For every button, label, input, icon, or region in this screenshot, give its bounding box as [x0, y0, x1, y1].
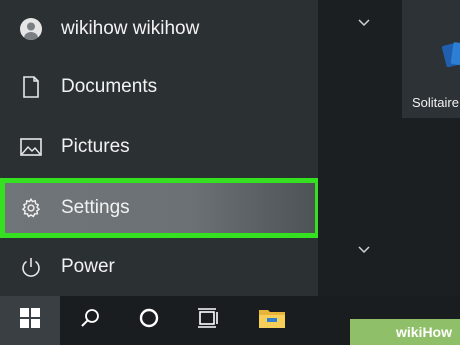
cortana-icon — [138, 307, 160, 334]
power-icon — [17, 253, 45, 281]
task-view-button[interactable] — [182, 296, 234, 345]
search-icon — [79, 307, 101, 334]
gear-icon — [17, 194, 45, 222]
start-button[interactable] — [0, 296, 60, 345]
start-menu-left-pane: wikihow wikihow Documents Pictures Setti… — [0, 0, 320, 296]
watermark-suffix: How — [422, 324, 452, 340]
power-label: Power — [61, 256, 115, 277]
settings-label: Settings — [61, 197, 130, 218]
user-avatar-icon — [17, 15, 45, 43]
documents-label: Documents — [61, 76, 158, 97]
chevron-down-icon[interactable] — [358, 241, 370, 257]
documents-item[interactable]: Documents — [0, 58, 318, 116]
watermark-prefix: wiki — [395, 324, 423, 340]
pictures-label: Pictures — [61, 136, 130, 157]
user-name-label: wikihow wikihow — [61, 18, 200, 39]
picture-icon — [17, 133, 45, 161]
file-explorer-icon — [258, 306, 286, 335]
task-view-icon — [196, 307, 220, 334]
windows-start-icon — [20, 308, 40, 333]
settings-item[interactable]: Settings — [0, 178, 320, 238]
chevron-down-icon[interactable] — [358, 14, 370, 30]
search-button[interactable] — [64, 296, 116, 345]
file-explorer-button[interactable] — [246, 296, 298, 345]
document-icon — [17, 73, 45, 101]
wikihow-watermark: wiki How — [350, 319, 460, 345]
power-item[interactable]: Power — [0, 238, 318, 296]
solitaire-tile-label: Solitaire — [412, 95, 459, 110]
user-account-item[interactable]: wikihow wikihow — [0, 0, 318, 58]
cortana-button[interactable] — [123, 296, 175, 345]
solitaire-cards-icon — [440, 38, 460, 77]
pictures-item[interactable]: Pictures — [0, 118, 318, 176]
